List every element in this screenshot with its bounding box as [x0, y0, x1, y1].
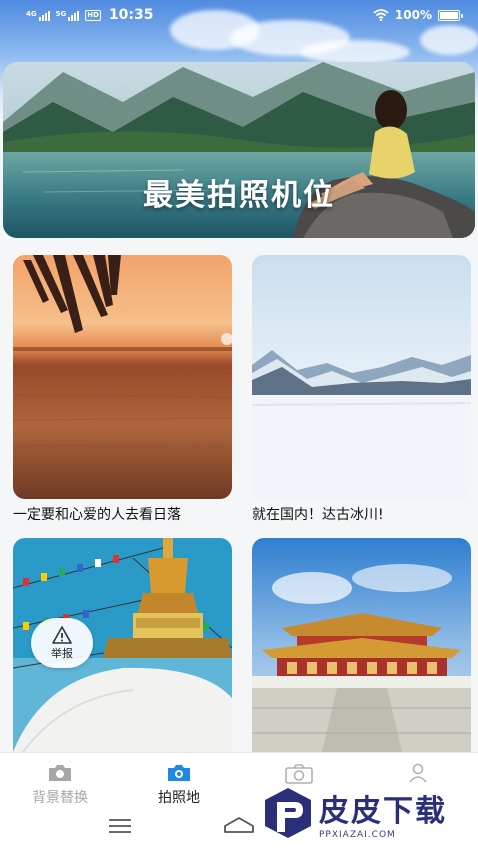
watermark-title: 皮皮下载 [319, 793, 447, 829]
wifi-icon [373, 9, 389, 21]
camera-icon [49, 765, 71, 781]
watermark-logo-icon [265, 788, 311, 838]
watermark: 皮皮下载 PPXIAZAI.COM [263, 784, 478, 850]
spot-image [252, 255, 471, 499]
spot-image [13, 255, 232, 499]
banner-title: 最美拍照机位 [143, 178, 335, 213]
spot-image [252, 538, 471, 752]
spot-caption: 就在国内！达古冰川! [252, 507, 384, 523]
battery-percent: 100% [394, 8, 432, 22]
warning-icon [52, 625, 72, 644]
spot-card[interactable]: 一定要和心爱的人去看日落 [13, 255, 232, 525]
watermark-url: PPXIAZAI.COM [319, 829, 396, 840]
camera-icon [168, 765, 190, 781]
signal-icon: 4G [26, 10, 50, 21]
camera-frame-icon [285, 764, 313, 784]
menu-icon[interactable] [107, 818, 133, 834]
status-bar: 4G 5G HD 10:35 100% [0, 0, 478, 30]
banner[interactable]: 最美拍照机位 [3, 62, 475, 238]
clock: 10:35 [108, 7, 154, 23]
report-label: 举报 [51, 646, 73, 660]
hd-badge: HD [85, 9, 101, 21]
home-icon[interactable] [223, 816, 255, 834]
battery-icon [438, 9, 463, 21]
spot-card[interactable] [252, 538, 471, 778]
nav-item-background-replace[interactable]: 背景替换 [15, 763, 105, 807]
spot-card[interactable]: 就在国内！达古冰川! [252, 255, 471, 525]
report-button[interactable]: 举报 [31, 618, 93, 668]
spot-caption: 一定要和心爱的人去看日落 [13, 507, 181, 523]
nav-item-photo-spots[interactable]: 拍照地 [134, 763, 224, 807]
user-icon [409, 763, 427, 783]
signal-icon: 5G [56, 10, 80, 21]
